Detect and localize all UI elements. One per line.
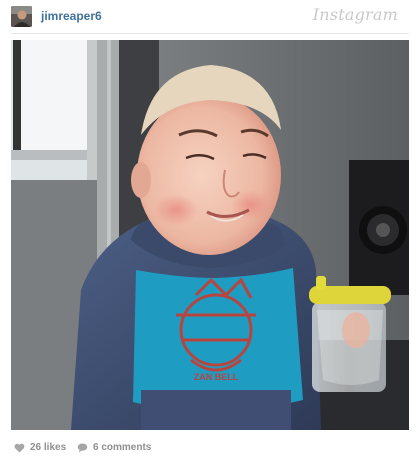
username-link[interactable]: jimreaper6 [41,9,102,23]
header-divider [11,33,409,34]
comments-count[interactable]: 6 comments [77,442,151,453]
instagram-logo: Instagram [312,5,398,24]
post-photo[interactable]: ZAN BELL [11,40,409,430]
likes-label: 26 likes [30,442,67,453]
heart-icon [14,443,25,453]
likes-count[interactable]: 26 likes [14,442,66,453]
post-footer: 26 likes 6 comments [0,436,420,459]
avatar-image [11,6,32,27]
instagram-post-card: jimreaper6 Instagram ZAN BELL 26 likes 6… [0,0,420,459]
photo-image: ZAN BELL [11,40,409,430]
user-avatar[interactable] [11,6,32,27]
svg-text:ZAN BELL: ZAN BELL [194,372,239,382]
speech-bubble-icon [77,442,88,453]
comments-label: 6 comments [93,442,152,453]
